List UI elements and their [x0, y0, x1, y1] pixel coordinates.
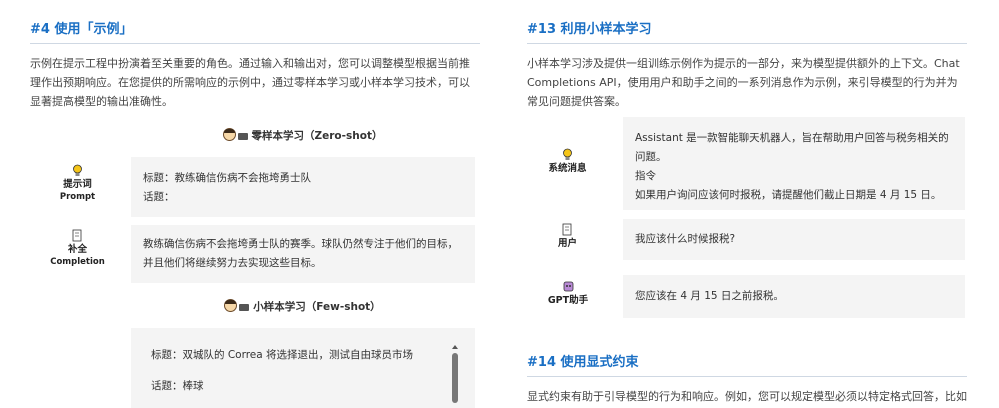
notepad-icon — [562, 223, 572, 236]
scroll-up-arrow[interactable] — [452, 345, 458, 349]
few-shot-title: 小样本学习（Few-shot） — [253, 301, 381, 313]
section-13-title: #13 利用小样本学习 — [527, 0, 967, 44]
right-column: #13 利用小样本学习 小样本学习涉及提供一组训练示例作为提示的一部分，来为模型… — [527, 0, 967, 111]
person-icon — [224, 299, 238, 312]
section-4-title: #4 使用「示例」 — [30, 0, 480, 44]
zero-shot-heading: 零样本学习（Zero-shot） — [130, 128, 475, 143]
gpt-message-box: 您应该在 4 月 15 日之前报税。 — [623, 275, 965, 318]
notepad-icon — [72, 229, 82, 242]
laptop-icon — [237, 133, 248, 140]
lightbulb-icon — [563, 148, 572, 160]
zero-shot-title: 零样本学习（Zero-shot） — [251, 130, 383, 142]
section-14-intro: 显式约束有助于引导模型的行为和响应。例如，您可以规定模型必须以特定格式回答，比如 — [527, 390, 967, 403]
section-14: #14 使用显式约束 显式约束有助于引导模型的行为和响应。例如，您可以规定模型必… — [527, 335, 967, 406]
laptop-icon — [239, 304, 250, 311]
completion-box: 教练确信伤病不会拖垮勇士队的赛季。球队仍然专注于他们的目标，并且他们将继续努力去… — [131, 225, 475, 283]
robot-icon — [563, 281, 573, 292]
system-message-box: Assistant 是一款智能聊天机器人，旨在帮助用户回答与税务相关的问题。 指… — [623, 117, 965, 210]
user-message-box: 我应该什么时候报税? — [623, 219, 965, 260]
section-4-intro: 示例在提示工程中扮演着至关重要的角色。通过输入和输出对，您可以调整模型根据当前推… — [30, 57, 470, 108]
person-icon — [222, 128, 236, 141]
completion-label: 补全 Completion — [40, 229, 115, 268]
few-shot-box: 标题：双城队的 Correa 将选择退出，测试自由球员市场 话题：棒球 — [131, 328, 475, 408]
section-13-intro: 小样本学习涉及提供一组训练示例作为提示的一部分，来为模型提供额外的上下文。Cha… — [527, 57, 960, 108]
lightbulb-icon — [73, 164, 82, 176]
gpt-assistant-label: GPT助手 — [538, 280, 598, 307]
scrollbar-thumb[interactable] — [452, 353, 458, 403]
user-label: 用户 — [540, 223, 595, 250]
section-14-title: #14 使用显式约束 — [527, 335, 967, 377]
prompt-box: 标题：教练确信伤病不会拖垮勇士队 话题： — [131, 157, 475, 217]
system-message-label: 系统消息 — [540, 148, 595, 175]
prompt-label: 提示词 Prompt — [40, 164, 115, 203]
few-shot-heading: 小样本学习（Few-shot） — [130, 299, 475, 314]
left-column: #4 使用「示例」 示例在提示工程中扮演着至关重要的角色。通过输入和输出对，您可… — [30, 0, 480, 111]
